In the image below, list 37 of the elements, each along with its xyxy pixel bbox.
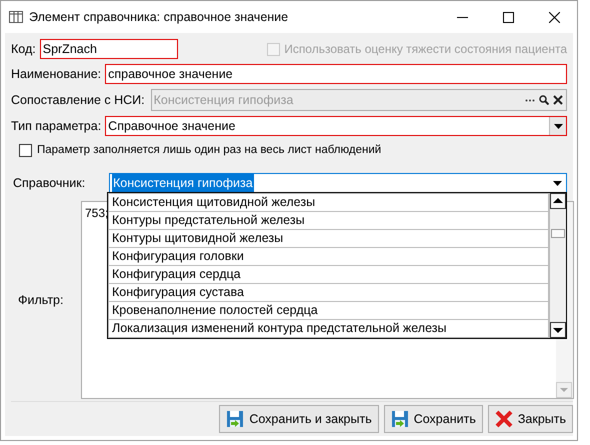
save-button[interactable]: Сохранить: [384, 405, 483, 433]
scroll-thumb[interactable]: [551, 229, 565, 238]
field-label: Наименование:: [11, 66, 102, 83]
close-icon: [494, 410, 513, 428]
checkbox-label: Параметр заполняется лишь один раз на весь лист наблюдений: [37, 143, 382, 158]
scroll-down-icon[interactable]: [550, 322, 566, 338]
scroll-up-icon[interactable]: [550, 193, 566, 210]
dropdown-option[interactable]: Локализация изменений контура предстательной железы: [108, 319, 549, 338]
close-icon: [548, 12, 560, 22]
minimize-icon: [456, 16, 468, 18]
field-label: Код:: [11, 40, 37, 58]
maximize-icon: [502, 12, 514, 22]
save-button[interactable]: Сохранить и закрыть: [219, 405, 379, 433]
dropdown-option[interactable]: Конфигурация сустава: [108, 283, 549, 302]
table-icon: [9, 11, 23, 23]
caret-icon: [554, 124, 562, 128]
caret-icon: [553, 180, 562, 186]
dropdown-option[interactable]: Консистенция щитовидной железы: [108, 193, 549, 212]
checkbox[interactable]: [19, 144, 32, 158]
field-label: Тип параметра:: [11, 118, 102, 135]
field-label: Сопоставление с НСИ:: [11, 92, 146, 109]
close-button[interactable]: Закрыть: [488, 405, 573, 433]
dropdown-option[interactable]: Контуры щитовидной железы: [108, 229, 549, 248]
text-field[interactable]: справочное значение: [105, 64, 567, 84]
window-title: Элемент справочника: справочное значение: [29, 8, 288, 26]
text-field[interactable]: SprZnach: [40, 39, 178, 59]
checkbox-label: Использовать оценку тяжести состояния пациента: [284, 41, 567, 58]
dropdown-option[interactable]: Кровенаполнение полостей сердца: [108, 301, 549, 320]
dropdown-option[interactable]: Конфигурация головки: [108, 247, 549, 266]
select-field[interactable]: Справочное значение: [105, 116, 567, 136]
field-label: Фильтр:: [18, 292, 64, 309]
scrollbar[interactable]: [549, 193, 566, 338]
field-label: Справочник:: [12, 174, 86, 192]
dropdown-option[interactable]: Контуры предстательной железы: [108, 211, 549, 230]
dropdown-button[interactable]: [549, 117, 566, 135]
dropdown-option[interactable]: Конфигурация сердца: [108, 265, 549, 284]
combo-field[interactable]: Консистенция гипофиза: [109, 173, 567, 194]
